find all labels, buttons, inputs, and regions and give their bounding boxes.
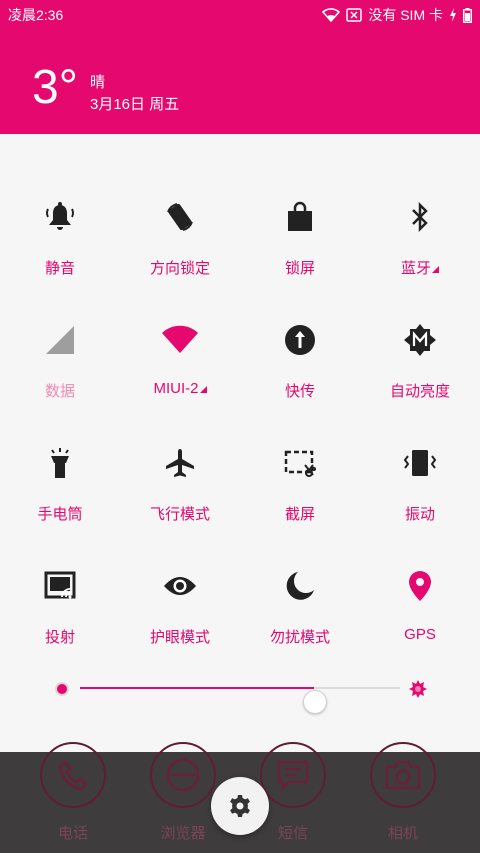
toggle-mobile-data[interactable]: 数据 — [0, 280, 120, 400]
more-triangle-icon — [199, 386, 207, 393]
eye-icon — [160, 566, 200, 606]
toggle-rotation-lock[interactable]: 方向锁定 — [120, 157, 240, 277]
dock-app-phone[interactable]: 电话 — [20, 742, 130, 853]
camera-icon — [370, 742, 436, 808]
toggle-vibrate[interactable]: 振动 — [360, 403, 480, 523]
more-triangle-icon — [432, 266, 439, 273]
toggle-label: 振动 — [404, 506, 435, 523]
browser-icon — [150, 742, 216, 808]
toggle-bluetooth[interactable]: 蓝牙 — [360, 157, 480, 277]
upload-icon — [280, 320, 320, 360]
no-sim-icon — [346, 8, 363, 22]
toggle-eye-care[interactable]: 护眼模式 — [120, 526, 240, 646]
brightness-slider[interactable] — [0, 674, 480, 714]
toggle-label: 静音 — [44, 260, 75, 277]
toggle-screenshot[interactable]: 截屏 — [240, 403, 360, 523]
toggle-label: 方向锁定 — [149, 260, 210, 277]
toggle-auto-brightness[interactable]: 自动亮度 — [360, 280, 480, 400]
toggle-flashlight[interactable]: 手电筒 — [0, 403, 120, 523]
toggle-wifi[interactable]: MIUI-2 — [120, 280, 240, 397]
toggle-cast[interactable]: 投射 — [0, 526, 120, 646]
toggle-label-text: 蓝牙 — [400, 260, 431, 277]
toggle-label: 勿扰模式 — [269, 629, 330, 646]
battery-icon — [463, 7, 472, 23]
toggle-label: 护眼模式 — [149, 629, 210, 646]
carrier-text: 没有 SIM 卡 — [368, 7, 443, 23]
toggle-label: 截屏 — [284, 506, 315, 523]
toggle-label: 自动亮度 — [389, 383, 450, 400]
toggle-mute[interactable]: 静音 — [0, 157, 120, 277]
lock-bag-icon — [280, 197, 320, 237]
bell-icon — [40, 197, 80, 237]
toggle-label-text: MIUI-2 — [153, 380, 199, 397]
vibrate-icon — [400, 443, 440, 483]
phone-icon — [40, 742, 106, 808]
screenshot-icon — [280, 443, 320, 483]
toggle-label: 投射 — [44, 629, 75, 646]
brightness-thumb[interactable] — [302, 690, 327, 714]
brightness-high-icon — [409, 680, 427, 698]
notification-header: 凌晨2:36 没有 SIM 卡 3° 晴 3月16日 周五 — [0, 0, 480, 134]
location-icon — [400, 566, 440, 606]
moon-icon — [280, 566, 320, 606]
status-time: 凌晨2:36 — [8, 7, 64, 23]
flashlight-icon — [40, 443, 80, 483]
toggle-label: GPS — [404, 626, 436, 643]
toggle-label: 飞行模式 — [149, 506, 210, 523]
gear-icon — [230, 795, 250, 817]
bluetooth-icon — [400, 197, 440, 237]
wifi-status-icon — [322, 8, 341, 22]
toggle-gps[interactable]: GPS — [360, 526, 480, 643]
date: 3月16日 周五 — [90, 96, 180, 113]
brightness-fill — [80, 687, 314, 689]
brightness-low-icon — [55, 682, 69, 696]
cast-icon — [40, 566, 80, 606]
auto-brightness-icon — [400, 320, 440, 360]
temperature: 3° — [32, 61, 78, 114]
toggle-quick-transfer[interactable]: 快传 — [240, 280, 360, 400]
airplane-icon — [160, 443, 200, 483]
wifi-icon — [160, 320, 200, 360]
rotation-lock-icon — [160, 197, 200, 237]
toggle-airplane-mode[interactable]: 飞行模式 — [120, 403, 240, 523]
signal-icon — [40, 320, 80, 360]
toggle-label: 蓝牙 — [360, 257, 480, 278]
dock-app-label: 电话 — [57, 825, 88, 842]
toggle-label: 数据 — [44, 383, 75, 400]
status-icons: 没有 SIM 卡 — [322, 5, 472, 25]
settings-button[interactable] — [211, 777, 269, 835]
toggle-label: 锁屏 — [284, 260, 315, 277]
toggle-do-not-disturb[interactable]: 勿扰模式 — [240, 526, 360, 646]
toggle-label: MIUI-2 — [120, 380, 240, 397]
weather-condition: 晴 — [90, 74, 106, 91]
dock-app-label: 相机 — [387, 825, 418, 842]
toggle-label: 快传 — [284, 383, 315, 400]
quick-settings-panel: 静音 方向锁定 锁屏 蓝牙 数据 MIUI-2 快传 自动亮度 手电筒 飞行模式… — [0, 134, 480, 752]
brightness-track[interactable] — [80, 687, 400, 714]
toggle-label: 手电筒 — [37, 506, 83, 523]
toggle-lock-screen[interactable]: 锁屏 — [240, 157, 360, 277]
dock-app-camera[interactable]: 相机 — [350, 742, 460, 853]
message-icon — [260, 742, 326, 808]
charging-icon — [450, 8, 456, 22]
